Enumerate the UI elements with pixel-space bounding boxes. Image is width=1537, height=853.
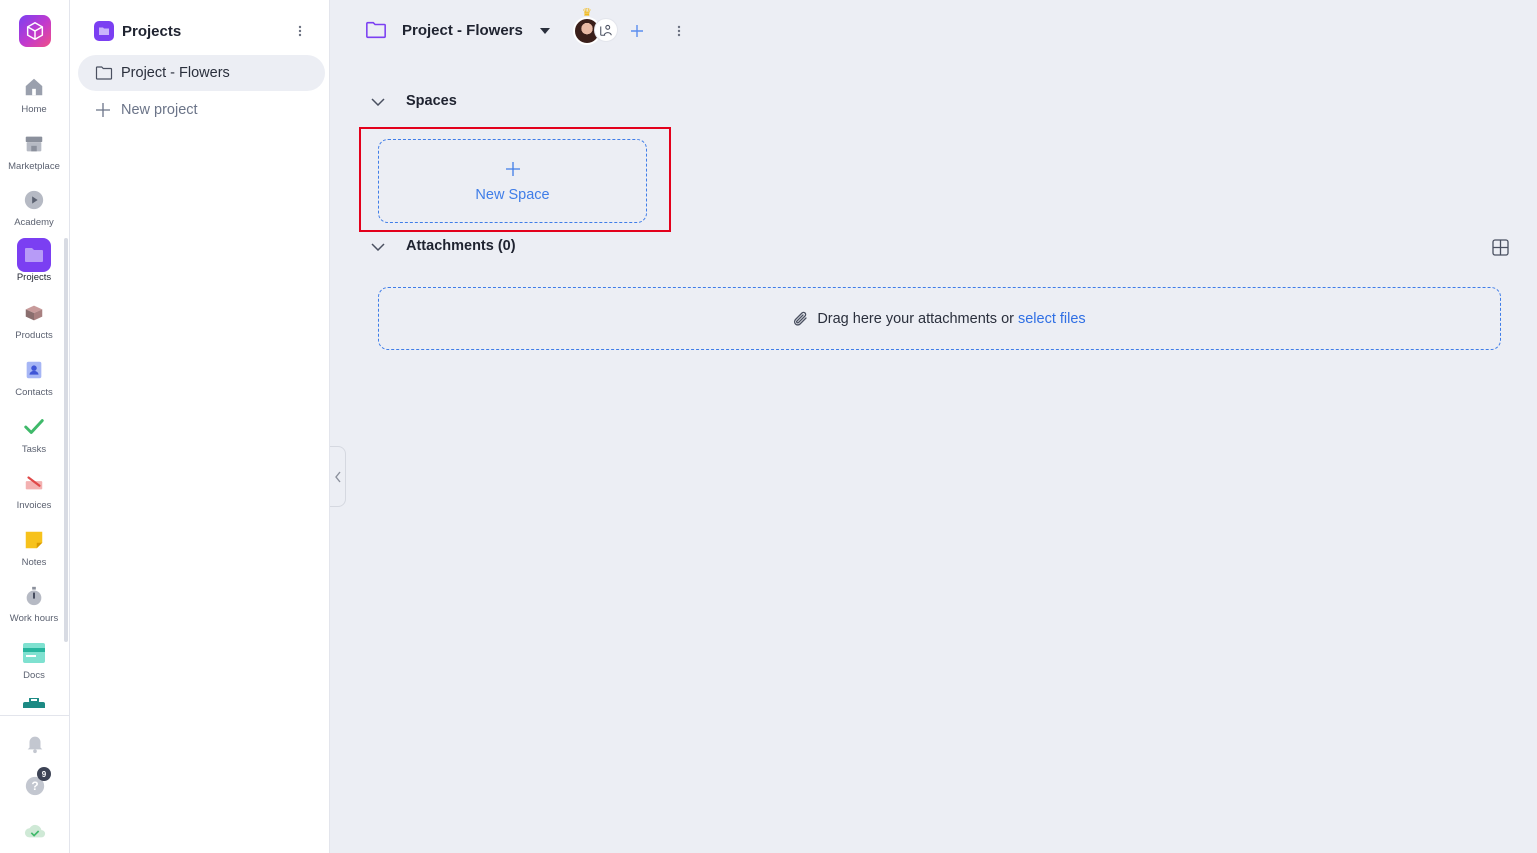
home-icon xyxy=(17,70,51,104)
crown-icon: ♛ xyxy=(582,7,592,19)
cloud-check-icon xyxy=(24,824,46,838)
attachments-title: Attachments (0) xyxy=(406,238,516,254)
attachments-dropzone[interactable]: Drag here your attachments or select fil… xyxy=(378,287,1501,350)
help-button[interactable]: ? 9 xyxy=(22,767,51,799)
rail-scrollbar[interactable] xyxy=(64,238,68,642)
invoice-icon xyxy=(17,466,51,500)
collapse-sidebar-button[interactable] xyxy=(330,446,346,507)
rail-label-projects: Projects xyxy=(16,272,52,283)
add-member-button[interactable] xyxy=(628,22,646,40)
toolbox-icon[interactable] xyxy=(23,698,45,708)
rail-item-notes[interactable]: Notes xyxy=(0,523,68,575)
rail-item-contacts[interactable]: Contacts xyxy=(0,353,68,405)
rail-item-tasks[interactable]: Tasks xyxy=(0,410,68,462)
members-button[interactable] xyxy=(594,18,618,42)
svg-text:?: ? xyxy=(31,779,38,793)
new-project-label: New project xyxy=(121,102,198,118)
plus-icon xyxy=(631,25,643,37)
rail-label-docs: Docs xyxy=(23,670,45,681)
kebab-icon xyxy=(677,25,681,37)
folder-icon xyxy=(17,238,51,272)
rail-item-invoices[interactable]: Invoices xyxy=(0,466,68,518)
caret-down-icon xyxy=(540,28,550,34)
chevron-down-icon xyxy=(371,243,385,251)
project-folder-icon xyxy=(365,20,387,45)
folder-icon xyxy=(94,21,114,41)
box-icon xyxy=(17,296,51,330)
sidebar-more-button[interactable] xyxy=(293,22,307,40)
rail-label-academy: Academy xyxy=(14,217,54,228)
app-rail: Home Marketplace Academy Projects Produc… xyxy=(0,0,70,853)
spaces-title: Spaces xyxy=(406,93,457,109)
app-logo[interactable] xyxy=(19,15,51,47)
user-share-icon xyxy=(600,24,612,36)
rail-item-projects[interactable]: Projects xyxy=(0,238,68,290)
contact-icon xyxy=(17,353,51,387)
play-icon xyxy=(17,183,51,217)
rail-item-academy[interactable]: Academy xyxy=(0,183,68,235)
rail-label-invoices: Invoices xyxy=(16,500,52,511)
stopwatch-icon xyxy=(17,579,51,613)
sidebar-header: Projects xyxy=(94,21,181,41)
store-icon xyxy=(17,127,51,161)
rail-item-work-hours[interactable]: Work hours xyxy=(0,579,68,631)
chevron-down-icon xyxy=(371,98,385,106)
new-project-button[interactable]: New project xyxy=(95,98,198,122)
rail-label-products: Products xyxy=(15,330,53,341)
help-badge: 9 xyxy=(37,767,51,781)
cube-logo-icon xyxy=(26,21,44,41)
new-space-button[interactable]: New Space xyxy=(378,139,647,223)
check-icon xyxy=(17,410,51,444)
dropzone-text: Drag here your attachments or xyxy=(817,310,1014,327)
project-dropdown-button[interactable] xyxy=(538,24,552,38)
rail-item-products[interactable]: Products xyxy=(0,296,68,348)
rail-item-home[interactable]: Home xyxy=(0,70,68,122)
spaces-collapse-toggle[interactable] xyxy=(370,94,386,110)
rail-label-work-hours: Work hours xyxy=(9,613,59,624)
sidebar-title: Projects xyxy=(122,22,182,40)
sidebar-item-label: Project - Flowers xyxy=(121,65,230,81)
chevron-left-icon xyxy=(334,471,341,482)
paperclip-icon xyxy=(794,311,807,326)
attachments-collapse-toggle[interactable] xyxy=(370,239,386,255)
sidebar-item-project-flowers[interactable]: Project - Flowers xyxy=(78,55,325,91)
plus-icon xyxy=(96,103,110,117)
project-title: Project - Flowers xyxy=(402,22,523,39)
projects-sidebar: Projects Project - Flowers New project xyxy=(70,0,330,853)
rail-label-notes: Notes xyxy=(21,557,47,568)
grid-icon xyxy=(1491,238,1509,256)
notifications-button[interactable] xyxy=(22,730,48,756)
project-more-button[interactable] xyxy=(672,22,686,40)
note-icon xyxy=(17,523,51,557)
sync-status-button[interactable] xyxy=(22,818,48,844)
rail-item-marketplace[interactable]: Marketplace xyxy=(0,127,68,179)
bell-icon xyxy=(27,736,43,754)
folder-outline-icon xyxy=(95,66,113,80)
rail-label-tasks: Tasks xyxy=(21,444,47,455)
plus-icon xyxy=(505,159,521,181)
rail-item-docs[interactable]: Docs xyxy=(0,636,68,688)
rail-label-contacts: Contacts xyxy=(15,387,53,398)
new-space-label: New Space xyxy=(475,187,550,203)
select-files-link[interactable]: select files xyxy=(1018,311,1086,327)
rail-divider xyxy=(0,715,69,716)
rail-label-home: Home xyxy=(21,104,47,115)
grid-view-button[interactable] xyxy=(1491,238,1509,256)
kebab-icon xyxy=(298,25,302,37)
docs-icon xyxy=(17,636,51,670)
rail-label-marketplace: Marketplace xyxy=(8,161,60,172)
